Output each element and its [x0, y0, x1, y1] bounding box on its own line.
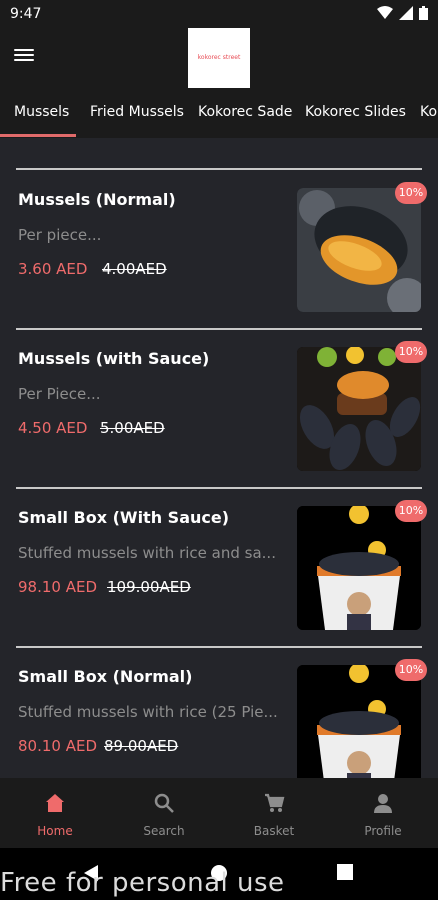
- cart-icon: [265, 793, 285, 812]
- discount-badge: 10%: [395, 182, 427, 204]
- category-tabs: Mussels Fried Mussels Kokorec Sade Kokor…: [0, 92, 438, 138]
- product-card[interactable]: Small Box (Normal) Stuffed mussels with …: [0, 647, 438, 778]
- discount-badge: 10%: [395, 341, 427, 363]
- product-card[interactable]: Mussels (with Sauce) Per Piece... 4.50 A…: [0, 329, 438, 487]
- battery-icon: [419, 6, 428, 20]
- menu-icon[interactable]: [14, 46, 38, 66]
- logo: kokorec street: [188, 28, 250, 88]
- tab-kokorec-slides[interactable]: Kokorec Slides: [305, 92, 406, 138]
- status-bar: 9:47: [0, 0, 438, 28]
- nav-profile[interactable]: Profile: [343, 778, 423, 848]
- bottom-nav: Home Search Basket Profile: [0, 778, 438, 848]
- product-old-price: 109.00AED: [107, 578, 191, 596]
- nav-search[interactable]: Search: [124, 778, 204, 848]
- tab-indicator: [0, 134, 76, 137]
- nav-label: Search: [143, 824, 185, 838]
- product-name: Small Box (Normal): [18, 667, 193, 686]
- product-price: 3.60 AED: [18, 260, 88, 278]
- product-image-small-box-normal: [297, 665, 421, 778]
- nav-label: Home: [37, 824, 73, 838]
- tab-fried-mussels[interactable]: Fried Mussels: [90, 92, 184, 138]
- status-time: 9:47: [10, 6, 42, 22]
- home-icon: [46, 794, 64, 812]
- status-icons: [377, 6, 428, 20]
- product-card[interactable]: Small Box (With Sauce) Stuffed mussels w…: [0, 488, 438, 646]
- search-icon: [154, 793, 174, 813]
- tab-kokorec-more[interactable]: Ko: [420, 92, 437, 138]
- product-price: 98.10 AED: [18, 578, 97, 596]
- product-old-price: 89.00AED: [104, 737, 179, 755]
- product-description: Stuffed mussels with rice and sa...: [18, 544, 276, 562]
- tab-kokorec-sade[interactable]: Kokorec Sade: [198, 92, 292, 138]
- discount-badge: 10%: [395, 500, 427, 522]
- product-price: 4.50 AED: [18, 419, 88, 437]
- product-image-mussel: [297, 188, 421, 312]
- product-image-mussels-sauce: [297, 347, 421, 471]
- product-name: Mussels (with Sauce): [18, 349, 210, 368]
- nav-home[interactable]: Home: [15, 778, 95, 848]
- watermark-text: Free for personal use: [0, 868, 285, 898]
- product-old-price: 4.00AED: [102, 260, 167, 278]
- nav-label: Basket: [253, 824, 295, 838]
- product-name: Small Box (With Sauce): [18, 508, 230, 527]
- product-description: Stuffed mussels with rice (25 Pie...: [18, 703, 278, 721]
- logo-text: kokorec street: [197, 54, 241, 61]
- nav-basket[interactable]: Basket: [234, 778, 314, 848]
- recents-icon[interactable]: [337, 864, 353, 880]
- product-list[interactable]: Mussels (Normal) Per piece... 3.60 AED 4…: [0, 138, 438, 778]
- product-image-small-box-sauce: [297, 506, 421, 630]
- discount-badge: 10%: [395, 659, 427, 681]
- wifi-icon: [377, 6, 393, 19]
- signal-icon: [399, 6, 413, 20]
- nav-label: Profile: [364, 824, 402, 838]
- product-old-price: 5.00AED: [100, 419, 165, 437]
- product-card[interactable]: Mussels (Normal) Per piece... 3.60 AED 4…: [0, 170, 438, 328]
- product-description: Per Piece...: [18, 385, 101, 403]
- product-name: Mussels (Normal): [18, 190, 176, 209]
- app-bar: kokorec street: [0, 28, 438, 92]
- tab-mussels[interactable]: Mussels: [14, 92, 69, 138]
- product-description: Per piece...: [18, 226, 102, 244]
- product-price: 80.10 AED: [18, 737, 97, 755]
- person-icon: [374, 794, 392, 813]
